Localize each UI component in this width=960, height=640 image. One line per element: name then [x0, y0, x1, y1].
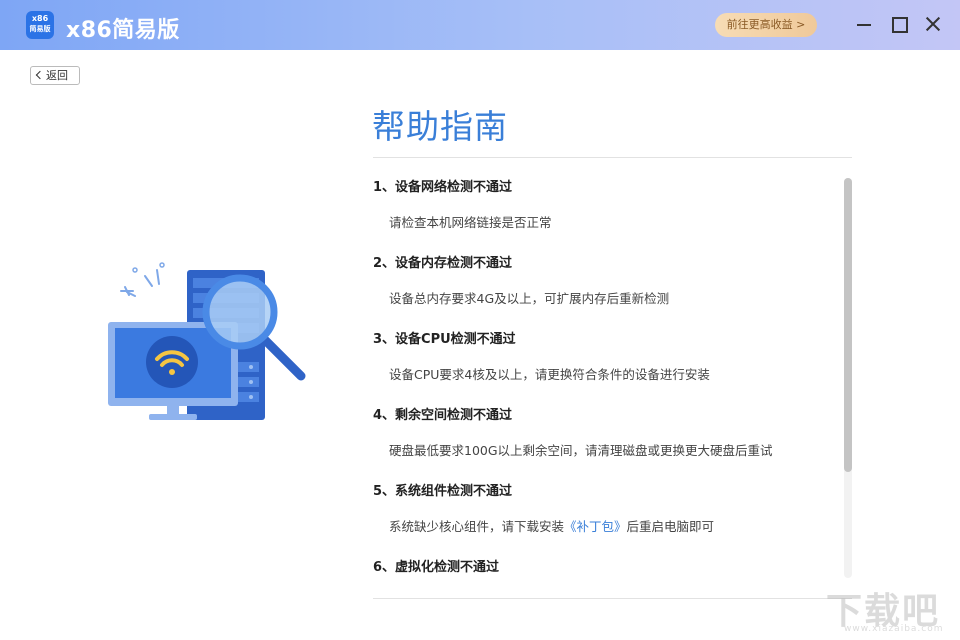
faq-question: 1、设备网络检测不通过	[373, 180, 513, 195]
faq-answer: 系统缺少核心组件，请下载安装《补丁包》后重启电脑即可	[373, 502, 833, 558]
maximize-icon[interactable]	[888, 13, 910, 35]
faq-answer-text: 系统缺少核心组件，请下载安装	[389, 519, 565, 534]
faq-question: 5、系统组件检测不通过	[373, 484, 513, 499]
wifi-icon	[146, 336, 198, 388]
faq-question: 3、设备CPU检测不通过	[373, 332, 516, 347]
help-faq-list: 1、设备网络检测不通过 请检查本机网络链接是否正常 2、设备内存检测不通过 设备…	[373, 178, 833, 588]
scrollbar-thumb[interactable]	[844, 178, 852, 472]
divider	[373, 598, 852, 599]
page-title: 帮助指南	[372, 107, 508, 146]
faq-answer: 请检查本机网络链接是否正常	[389, 215, 552, 230]
app-title: x86简易版	[66, 18, 180, 43]
back-button-label: 返回	[46, 69, 68, 82]
chevron-left-icon	[35, 70, 45, 80]
faq-item-memory: 2、设备内存检测不通过 设备总内存要求4G及以上，可扩展内存后重新检测	[373, 254, 833, 330]
faq-item-network: 1、设备网络检测不通过 请检查本机网络链接是否正常	[373, 178, 833, 254]
app-logo-line2: 简易版	[29, 25, 51, 33]
watermark-logo: 下载吧 www.xiazaiba.com	[820, 582, 955, 634]
faq-answer: 硬盘最低要求100G以上剩余空间，请清理磁盘或更换更大硬盘后重试	[389, 443, 773, 458]
promo-button[interactable]: 前往更高收益 >	[715, 13, 817, 37]
app-logo: x86 简易版	[26, 11, 54, 39]
back-button[interactable]: 返回	[30, 66, 80, 85]
network-check-illustration	[108, 262, 306, 420]
faq-answer: 设备CPU要求4核及以上，请更换符合条件的设备进行安装	[389, 367, 710, 382]
faq-item-disk-space: 4、剩余空间检测不通过 硬盘最低要求100G以上剩余空间，请清理磁盘或更换更大硬…	[373, 406, 833, 482]
minimize-icon[interactable]	[854, 13, 876, 35]
title-bar: x86 简易版 x86简易版 前往更高收益 >	[0, 0, 960, 50]
patch-download-link[interactable]: 《补丁包》	[564, 519, 627, 534]
faq-answer-text: 后重启电脑即可	[626, 519, 715, 534]
watermark-url: www.xiazaiba.com	[844, 624, 944, 634]
scrollbar[interactable]	[844, 178, 852, 578]
app-logo-line1: x86	[31, 14, 49, 23]
faq-item-cpu: 3、设备CPU检测不通过 设备CPU要求4核及以上，请更换符合条件的设备进行安装	[373, 330, 833, 406]
faq-question: 2、设备内存检测不通过	[373, 256, 513, 271]
faq-answer: 设备总内存要求4G及以上，可扩展内存后重新检测	[389, 291, 670, 306]
divider	[373, 157, 852, 158]
faq-item-system-components: 5、系统组件检测不通过 系统缺少核心组件，请下载安装《补丁包》后重启电脑即可	[373, 482, 833, 558]
faq-item-virtualization: 6、虚拟化检测不通过	[373, 558, 833, 578]
faq-question: 6、虚拟化检测不通过	[373, 560, 500, 575]
close-icon[interactable]	[922, 13, 944, 35]
faq-question: 4、剩余空间检测不通过	[373, 408, 513, 423]
sparkle-icon	[120, 269, 160, 297]
